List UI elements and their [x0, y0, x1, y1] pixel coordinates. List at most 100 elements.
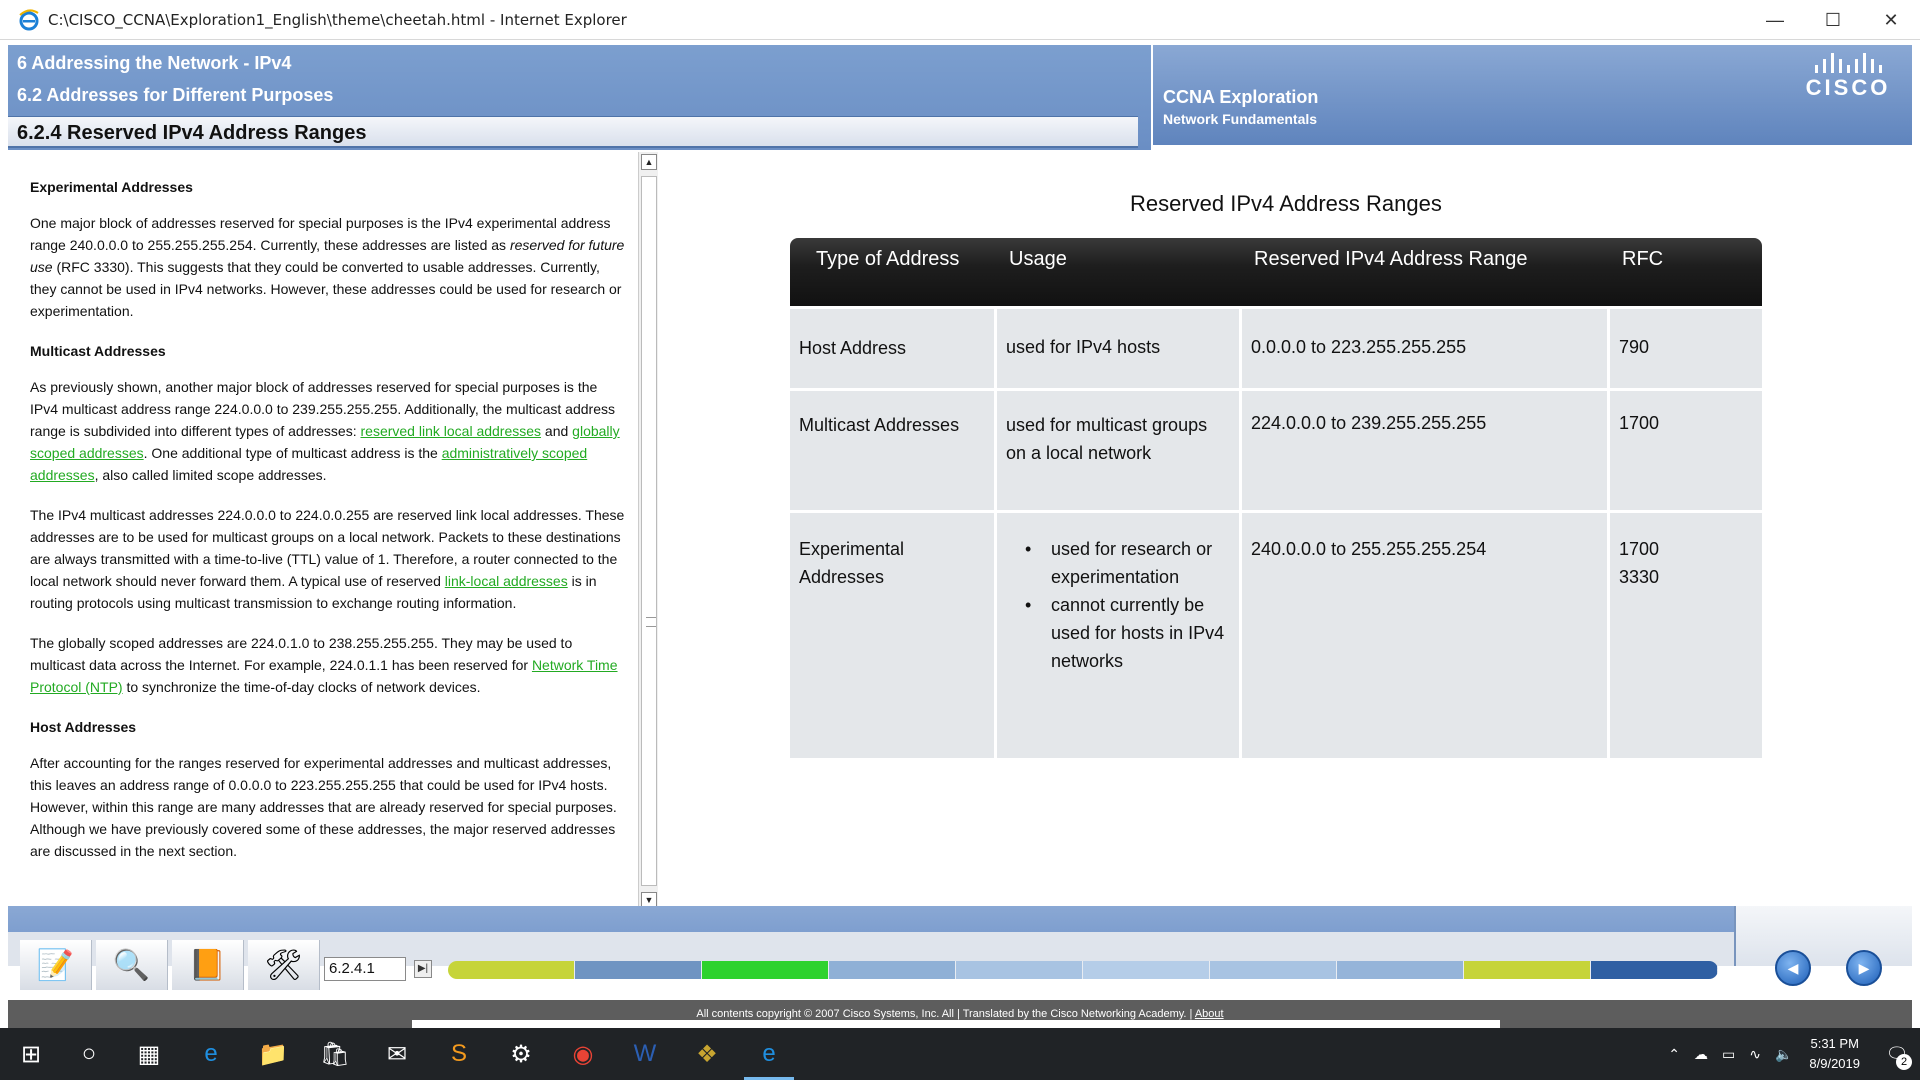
progress-segment[interactable] — [1083, 961, 1210, 979]
text-pane-scrollbar[interactable]: ▲ ▼ — [638, 152, 658, 912]
cisco-logo: CISCO — [1798, 51, 1898, 101]
battery-icon[interactable]: ▭ — [1722, 1046, 1735, 1063]
mail-icon[interactable]: ✉ — [366, 1028, 428, 1080]
horizontal-scrollbar[interactable] — [412, 1020, 1500, 1028]
cell-range: 0.0.0.0 to 223.255.255.255 — [1242, 309, 1610, 388]
internet-explorer-icon[interactable]: e — [738, 1028, 800, 1080]
paragraph-multicast: As previously shown, another major block… — [30, 379, 620, 483]
paragraph-link-local: The IPv4 multicast addresses 224.0.0.0 t… — [30, 507, 625, 611]
column-header: RFC — [1622, 248, 1664, 270]
paragraph-globally-scoped: The globally scoped addresses are 224.0.… — [30, 635, 618, 695]
progress-segment[interactable] — [1464, 961, 1591, 979]
cell-usage: used for multicast groups on a local net… — [997, 391, 1242, 510]
table-title: Reserved IPv4 Address Ranges — [1130, 191, 1442, 216]
task-view-icon[interactable]: ▦ — [118, 1028, 180, 1080]
column-header: Usage — [1009, 248, 1067, 270]
column-header: Type of Address — [816, 248, 960, 270]
store-icon[interactable]: 🛍 — [304, 1028, 366, 1080]
section-title: 6.2 Addresses for Different Purposes — [17, 85, 334, 105]
close-icon[interactable]: ✕ — [1862, 0, 1920, 40]
paragraph-experimental: One major block of addresses reserved fo… — [30, 215, 625, 319]
topic-bar: 6.2.4 Reserved IPv4 Address Ranges — [8, 116, 1138, 148]
internet-explorer-icon — [18, 8, 40, 31]
window-title-bar: C:\CISCO_CCNA\Exploration1_English\theme… — [0, 0, 1920, 40]
chrome-icon[interactable]: ◉ — [552, 1028, 614, 1080]
cell-type: Host Address — [790, 309, 997, 388]
rfc-value: 3330 — [1619, 567, 1660, 587]
link-reserved-link-local[interactable]: reserved link local addresses — [361, 423, 542, 439]
progress-segment[interactable] — [1210, 961, 1337, 979]
table-row: Experimental Addresses used for research… — [790, 510, 1762, 758]
usage-bullet: cannot currently be used for hosts in IP… — [997, 591, 1230, 675]
search-circle-icon[interactable]: ○ — [58, 1028, 120, 1080]
progress-segment[interactable] — [1337, 961, 1464, 979]
course-progress-bar[interactable] — [448, 961, 1718, 979]
scroll-up-icon[interactable]: ▲ — [641, 154, 657, 170]
heading-multicast: Multicast Addresses — [30, 343, 166, 359]
table-header: Type of Address Usage Reserved IPv4 Addr… — [790, 238, 1762, 306]
progress-segment[interactable] — [956, 961, 1083, 979]
cell-rfc: 1700 3330 — [1610, 513, 1762, 758]
progress-segment[interactable] — [1591, 961, 1718, 979]
window-title: C:\CISCO_CCNA\Exploration1_English\theme… — [48, 10, 627, 29]
paragraph-host: After accounting for the ranges reserved… — [30, 755, 617, 859]
book-icon[interactable]: 📙 — [172, 940, 244, 990]
progress-segment[interactable] — [829, 961, 956, 979]
notification-icon[interactable]: 🗨 2 — [1874, 1028, 1920, 1080]
glossary-icon[interactable]: 📝 — [20, 940, 92, 990]
file-explorer-icon[interactable]: 📁 — [242, 1028, 304, 1080]
cell-usage: used for IPv4 hosts — [997, 309, 1242, 388]
tools-icon[interactable]: 🛠 — [248, 940, 320, 990]
sublime-icon[interactable]: S — [428, 1028, 490, 1080]
volume-icon[interactable]: 🔈 — [1775, 1046, 1792, 1063]
cell-rfc: 1700 — [1619, 413, 1660, 433]
progress-segment[interactable] — [575, 961, 702, 979]
windows-start-icon[interactable]: ⊞ — [0, 1028, 62, 1080]
course-subtitle: Network Fundamentals — [1163, 111, 1318, 127]
cell-range: 240.0.0.0 to 255.255.255.254 — [1242, 513, 1610, 758]
progress-segment[interactable] — [702, 961, 829, 979]
chevron-up-icon[interactable]: ⌃ — [1668, 1046, 1680, 1063]
settings-app-icon[interactable]: ⚙ — [490, 1028, 552, 1080]
course-app: 6 Addressing the Network - IPv4 6.2 Addr… — [8, 40, 1912, 1028]
clock-date: 8/9/2019 — [1809, 1056, 1860, 1071]
clock[interactable]: 5:31 PM 8/9/2019 — [1809, 1034, 1860, 1074]
back-arrow-icon[interactable]: ◀ — [1775, 950, 1811, 986]
heading-experimental: Experimental Addresses — [30, 179, 193, 195]
reserved-ranges-table: Type of Address Usage Reserved IPv4 Addr… — [790, 238, 1762, 758]
go-to-page-icon[interactable]: ▶| — [414, 960, 432, 978]
column-header: Reserved IPv4 Address Range — [1254, 248, 1528, 270]
forward-arrow-icon[interactable]: ▶ — [1846, 950, 1882, 986]
course-brand: CCNA Exploration Network Fundamentals CI… — [1151, 45, 1912, 145]
chapter-title: 6 Addressing the Network - IPv4 — [17, 53, 292, 73]
content-pane: Reserved IPv4 Address Ranges Type of Add… — [660, 152, 1912, 906]
table-row: Multicast Addresses used for multicast g… — [790, 388, 1762, 510]
maximize-icon[interactable]: ☐ — [1804, 0, 1862, 40]
search-icon[interactable]: 🔍 — [96, 940, 168, 990]
scrollbar-thumb[interactable] — [641, 176, 657, 886]
page-number-input[interactable]: 6.2.4.1 — [324, 957, 406, 981]
link-link-local-addresses[interactable]: link-local addresses — [445, 573, 568, 589]
cell-rfc: 790 — [1619, 337, 1650, 357]
onedrive-icon[interactable]: ☁ — [1694, 1046, 1708, 1063]
course-name: CCNA Exploration — [1163, 87, 1319, 107]
system-tray: ⌃ ☁ ▭ ∿ 🔈 5:31 PM 8/9/2019 🗨 2 — [1661, 1028, 1920, 1080]
progress-segment[interactable] — [448, 961, 575, 979]
cell-type: Multicast Addresses — [790, 391, 997, 510]
cell-type: Experimental Addresses — [790, 513, 997, 758]
cell-usage: used for research or experimentation can… — [997, 513, 1242, 758]
minimize-icon[interactable]: — — [1746, 0, 1804, 40]
topic-title: 6.2.4 Reserved IPv4 Address Ranges — [17, 122, 367, 144]
about-link[interactable]: About — [1195, 1008, 1224, 1020]
cell-range: 224.0.0.0 to 239.255.255.255 — [1242, 391, 1610, 510]
wifi-icon[interactable]: ∿ — [1749, 1046, 1761, 1063]
copyright-text: All contents copyright © 2007 Cisco Syst… — [696, 1008, 1195, 1020]
notification-count: 2 — [1896, 1054, 1912, 1070]
word-icon[interactable]: W — [614, 1028, 676, 1080]
usage-bullet: used for research or experimentation — [997, 535, 1230, 591]
rfc-value: 1700 — [1619, 539, 1660, 559]
edge-icon[interactable]: e — [180, 1028, 242, 1080]
clock-time: 5:31 PM — [1810, 1036, 1859, 1051]
packet-tracer-icon[interactable]: ❖ — [676, 1028, 738, 1080]
table-row: Host Address used for IPv4 hosts 0.0.0.0… — [790, 306, 1762, 388]
